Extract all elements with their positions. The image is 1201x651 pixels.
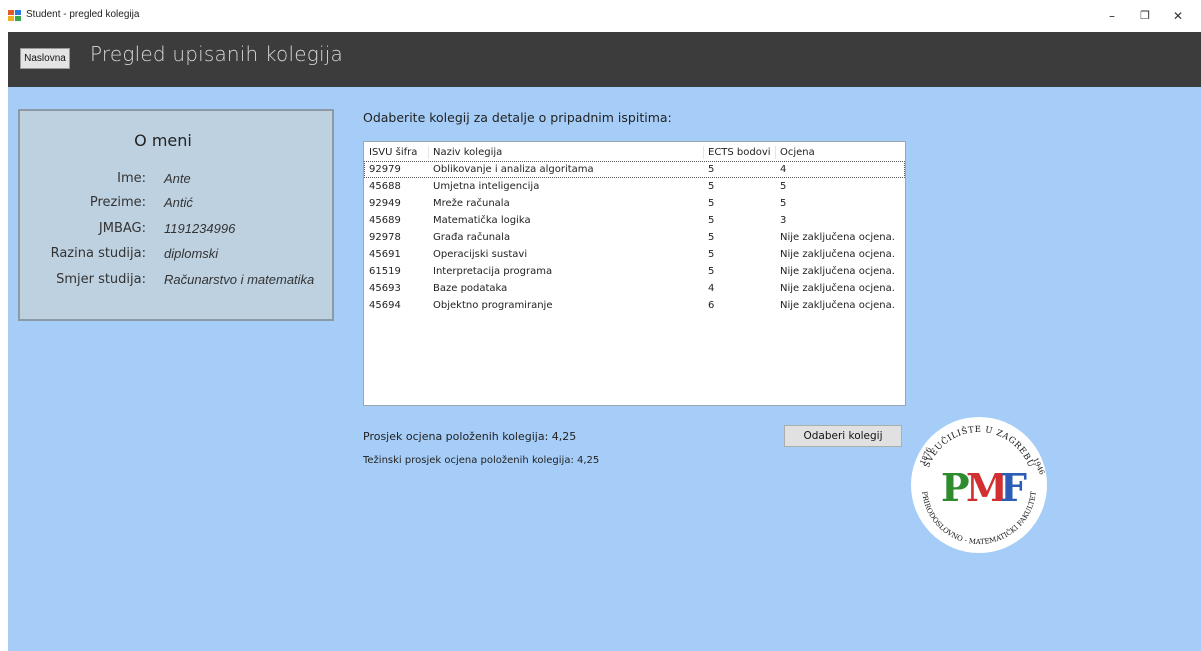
window-title-bar: Student - pregled kolegija – ❐ ✕ — [0, 0, 1201, 32]
column-separator — [775, 146, 776, 159]
course-grade: Nije zaključena ocjena. — [780, 300, 895, 311]
average-grade: Prosjek ocjena položenih kolegija: 4,25 — [363, 430, 577, 443]
study-program-value: Računarstvo i matematika — [164, 272, 315, 287]
course-row[interactable]: 45694 Objektno programiranje 6 Nije zaključ… — [364, 297, 905, 314]
course-grade: 5 — [780, 181, 787, 192]
column-separator — [703, 146, 704, 159]
about-me-title: O meni — [134, 131, 192, 150]
window-title: Student - pregled kolegija — [26, 9, 140, 20]
course-name: Mreže računala — [433, 198, 510, 209]
jmbag-value: 1191234996 — [164, 221, 236, 236]
course-ects: 6 — [708, 300, 715, 311]
home-button[interactable]: Naslovna — [20, 48, 70, 69]
course-ects: 5 — [708, 215, 715, 226]
about-me-panel: O meni Ime: Ante Prezime: Antić JMBAG: 1… — [18, 109, 334, 321]
weighted-average-grade: Težinski prosjek ocjena položenih kolegi… — [363, 455, 600, 466]
course-list[interactable]: ISVU šifra Naziv kolegija ECTS bodovi Oc… — [363, 141, 906, 406]
course-code: 45693 — [369, 283, 401, 294]
course-code: 45688 — [369, 181, 401, 192]
pmf-logo: SVEUČILIŠTE U ZAGREBU PRIRODOSLOVNO - MA… — [911, 417, 1047, 553]
maximize-button[interactable]: ❐ — [1130, 6, 1160, 26]
course-grade: 3 — [780, 215, 787, 226]
course-name: Građa računala — [433, 232, 511, 243]
page-title: Pregled upisanih kolegija — [90, 42, 343, 66]
course-grade: 4 — [780, 164, 787, 175]
last-name-label: Prezime: — [89, 195, 146, 210]
course-code: 45689 — [369, 215, 401, 226]
course-code: 92949 — [369, 198, 401, 209]
course-grade: Nije zaključena ocjena. — [780, 249, 895, 260]
main-area: O meni Ime: Ante Prezime: Antić JMBAG: 1… — [8, 87, 1201, 651]
course-name: Umjetna inteligencija — [433, 181, 540, 192]
course-row[interactable]: 45688 Umjetna inteligencija 5 5 — [364, 178, 905, 195]
course-row[interactable]: 45689 Matematička logika 5 3 — [364, 212, 905, 229]
jmbag-label: JMBAG: — [98, 221, 146, 236]
course-ects: 4 — [708, 283, 715, 294]
course-name: Objektno programiranje — [433, 300, 553, 311]
course-name: Oblikovanje i analiza algoritama — [433, 164, 594, 175]
course-ects: 5 — [708, 198, 715, 209]
course-ects: 5 — [708, 232, 715, 243]
course-ects: 5 — [708, 164, 715, 175]
course-ects: 5 — [708, 181, 715, 192]
study-program-label: Smjer studija: — [56, 272, 146, 287]
course-ects: 5 — [708, 249, 715, 260]
choose-course-button[interactable]: Odaberi kolegij — [784, 425, 902, 447]
course-name: Interpretacija programa — [433, 266, 553, 277]
column-separator — [428, 146, 429, 159]
app-icon — [8, 10, 21, 21]
column-header-code[interactable]: ISVU šifra — [369, 144, 417, 161]
course-grade: 5 — [780, 198, 787, 209]
course-code: 92979 — [369, 164, 401, 175]
logo-letter-f: F — [1000, 465, 1027, 510]
course-row[interactable]: 92978 Građa računala 5 Nije zaključena ocje… — [364, 229, 905, 246]
course-grade: Nije zaključena ocjena. — [780, 266, 895, 277]
course-row[interactable]: 92979 Oblikovanje i analiza algoritama 5 4 — [364, 161, 905, 178]
first-name-label: Ime: — [117, 171, 146, 186]
course-grade: Nije zaključena ocjena. — [780, 232, 895, 243]
first-name-value: Ante — [164, 171, 191, 186]
course-list-header: ISVU šifra Naziv kolegija ECTS bodovi Oc… — [364, 144, 905, 161]
header-bar: Naslovna Pregled upisanih kolegija — [8, 32, 1201, 87]
column-header-name[interactable]: Naziv kolegija — [433, 144, 502, 161]
course-code: 45691 — [369, 249, 401, 260]
course-grade: Nije zaključena ocjena. — [780, 283, 895, 294]
course-row[interactable]: 45693 Baze podataka 4 Nije zaključena ocjen… — [364, 280, 905, 297]
last-name-value: Antić — [164, 195, 193, 210]
study-level-label: Razina studija: — [50, 246, 146, 261]
course-code: 61519 — [369, 266, 401, 277]
column-header-grade[interactable]: Ocjena — [780, 144, 815, 161]
column-header-ects[interactable]: ECTS bodovi — [708, 144, 771, 161]
close-button[interactable]: ✕ — [1163, 6, 1193, 26]
course-ects: 5 — [708, 266, 715, 277]
course-code: 92978 — [369, 232, 401, 243]
course-name: Operacijski sustavi — [433, 249, 528, 260]
minimize-button[interactable]: – — [1097, 6, 1127, 26]
course-row[interactable]: 92949 Mreže računala 5 5 — [364, 195, 905, 212]
course-code: 45694 — [369, 300, 401, 311]
course-name: Matematička logika — [433, 215, 531, 226]
course-name: Baze podataka — [433, 283, 508, 294]
course-row[interactable]: 45691 Operacijski sustavi 5 Nije zaključena… — [364, 246, 905, 263]
course-row[interactable]: 61519 Interpretacija programa 5 Nije zaklju… — [364, 263, 905, 280]
study-level-value: diplomski — [164, 246, 219, 261]
select-course-prompt: Odaberite kolegij za detalje o pripadnim… — [363, 110, 672, 125]
